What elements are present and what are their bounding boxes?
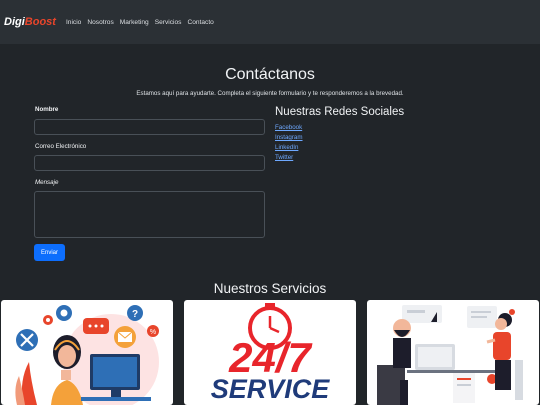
contact-subtitle: Estamos aquí para ayudarte. Completa el … <box>136 90 404 97</box>
social-link-instagram[interactable]: Instagram <box>275 134 303 141</box>
service-247-illustration: 24/7 SERVICE <box>211 303 331 404</box>
brand-logo[interactable]: Digi Boost <box>4 16 56 28</box>
nav-item-contacto[interactable]: Contacto <box>187 19 213 26</box>
navbar: Digi Boost Inicio Nosotros Marketing Serv… <box>0 0 540 44</box>
email-input[interactable] <box>34 155 265 171</box>
consulting-illustration <box>377 305 523 405</box>
name-input[interactable] <box>34 119 265 135</box>
percent-icon: % <box>147 325 159 337</box>
submit-button[interactable]: Enviar <box>34 244 65 261</box>
service-card-consulting[interactable] <box>367 300 539 405</box>
nav-menu: Inicio Nosotros Marketing Servicios Cont… <box>66 19 220 26</box>
nav-item-marketing[interactable]: Marketing <box>120 19 149 26</box>
nav-item-inicio[interactable]: Inicio <box>66 19 81 26</box>
help-icon: ? <box>127 305 143 321</box>
svg-text:%: % <box>150 329 156 336</box>
message-textarea[interactable] <box>34 191 265 238</box>
gear-icon <box>56 305 72 321</box>
service-card-247[interactable]: 24/7 SERVICE <box>184 300 356 405</box>
support-agent-illustration: ? % <box>15 305 159 405</box>
tools-icon <box>16 329 38 351</box>
social-title: Nuestras Redes Sociales <box>275 106 405 118</box>
name-label: Nombre <box>35 106 59 113</box>
nav-item-nosotros[interactable]: Nosotros <box>87 19 113 26</box>
email-label: Correo Electrónico <box>35 143 87 150</box>
message-label: Mensaje <box>35 179 59 186</box>
social-link-twitter[interactable]: Twitter <box>275 154 293 161</box>
contact-title: Contáctanos <box>225 66 315 83</box>
social-link-linkedin[interactable]: LinkedIn <box>275 144 298 151</box>
nav-item-servicios[interactable]: Servicios <box>155 19 182 26</box>
mail-icon <box>114 326 136 348</box>
chat-icon <box>83 318 109 334</box>
brand-part2: Boost <box>24 16 56 28</box>
svg-text:?: ? <box>132 309 138 320</box>
social-link-facebook[interactable]: Facebook <box>275 124 302 131</box>
service-word-text: SERVICE <box>211 374 331 404</box>
service-card-support[interactable]: ? % <box>1 300 173 405</box>
brand-part1: Digi <box>4 16 25 28</box>
services-title: Nuestros Servicios <box>213 281 327 296</box>
